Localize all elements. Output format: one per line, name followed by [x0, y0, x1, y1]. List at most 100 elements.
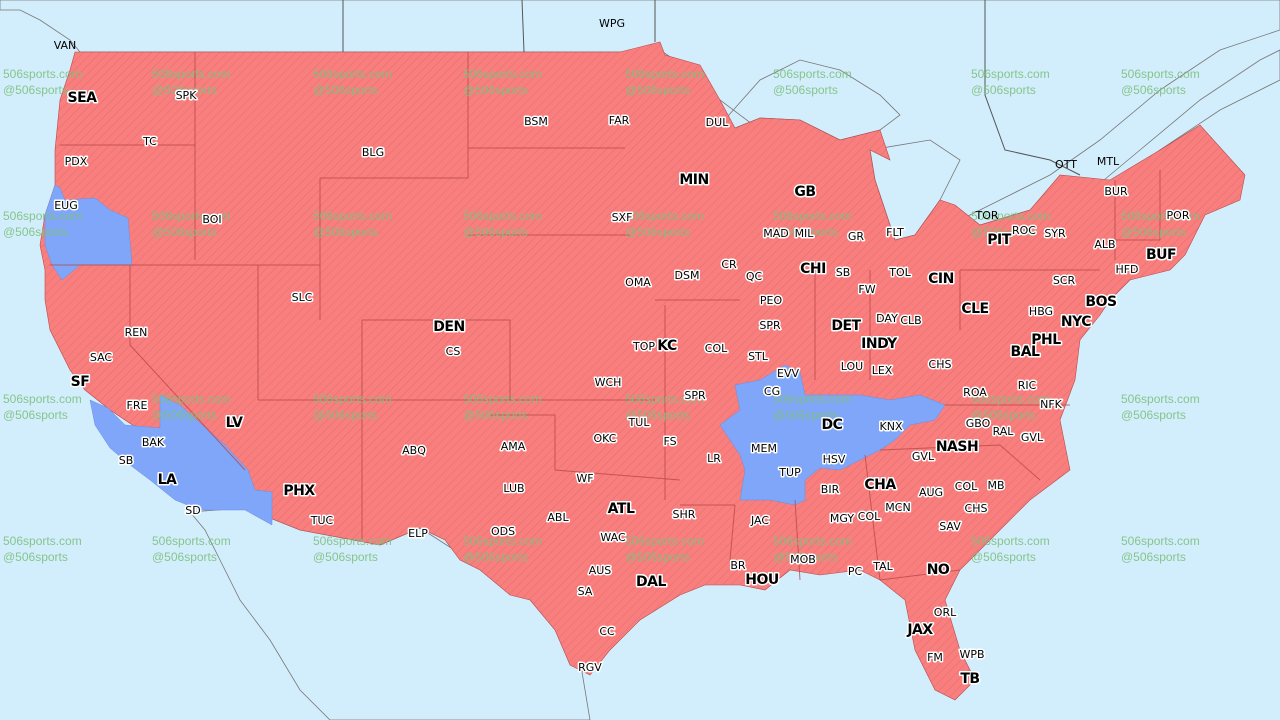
coverage-map: 506sports.com @506sports 506sports.com @506… — [0, 0, 1280, 720]
market-label: ROA — [963, 386, 987, 399]
svg-text:506sports.com: 506sports.com — [313, 392, 392, 406]
market-label: ELP — [408, 527, 428, 540]
major-market-label: MIN — [679, 172, 708, 188]
market-label: COL — [955, 480, 978, 493]
market-label: ORL — [934, 606, 957, 619]
major-market-label: JAX — [906, 622, 933, 638]
market-label: SB — [119, 454, 134, 467]
market-label: OKC — [594, 432, 617, 445]
market-label: REN — [125, 326, 148, 339]
market-label: SXF — [612, 211, 633, 224]
svg-text:506sports.com: 506sports.com — [1121, 392, 1200, 406]
major-market-label: HOU — [745, 572, 779, 588]
market-label: PEO — [760, 294, 783, 307]
svg-text:506sports.com: 506sports.com — [3, 67, 82, 81]
market-label: CS — [446, 345, 461, 358]
svg-text:@506sports: @506sports — [152, 408, 217, 422]
market-label: ROC — [1012, 224, 1036, 237]
major-market-label: KC — [657, 338, 677, 354]
market-label: TUC — [310, 514, 334, 527]
market-label: LOU — [841, 360, 863, 373]
major-market-label: DC — [822, 417, 843, 433]
foreign-city-label: MTL — [1097, 155, 1120, 168]
svg-text:@506sports: @506sports — [625, 550, 690, 564]
market-label: WPB — [959, 648, 984, 661]
foreign-city-label: WPG — [599, 17, 625, 30]
market-label: HBG — [1029, 305, 1053, 318]
market-label: GBO — [966, 417, 991, 430]
market-label: SD — [185, 504, 200, 517]
major-market-label: GB — [794, 184, 815, 200]
market-label: BOI — [202, 213, 221, 226]
market-label: BR — [730, 559, 746, 572]
svg-text:@506sports: @506sports — [773, 83, 838, 97]
market-label: ALB — [1094, 238, 1115, 251]
market-label: OMA — [625, 276, 651, 289]
svg-text:@506sports: @506sports — [971, 550, 1036, 564]
market-label: TUL — [628, 416, 651, 429]
market-label: BAK — [142, 436, 165, 449]
svg-text:506sports.com: 506sports.com — [625, 67, 704, 81]
svg-text:506sports.com: 506sports.com — [463, 209, 542, 223]
market-label: EVV — [777, 367, 799, 380]
market-label: PC — [848, 565, 863, 578]
svg-text:@506sports: @506sports — [313, 408, 378, 422]
svg-text:@506sports: @506sports — [971, 83, 1036, 97]
market-label: MEM — [751, 442, 777, 455]
market-label: CHS — [965, 502, 988, 515]
market-label: EUG — [54, 199, 78, 212]
svg-text:@506sports: @506sports — [463, 550, 528, 564]
svg-text:506sports.com: 506sports.com — [463, 392, 542, 406]
market-label: GVL — [1021, 431, 1044, 444]
market-label: AUS — [589, 564, 612, 577]
market-label: FAR — [609, 114, 630, 127]
svg-text:@506sports: @506sports — [3, 225, 68, 239]
market-label: TOL — [888, 266, 911, 279]
market-label: SPR — [759, 319, 781, 332]
market-label: LUB — [503, 482, 524, 495]
market-label: AMA — [501, 440, 526, 453]
market-label: SAV — [939, 520, 961, 533]
svg-text:@506sports: @506sports — [463, 83, 528, 97]
major-market-label: CIN — [928, 271, 954, 287]
market-label: PDX — [65, 155, 88, 168]
market-label: SHR — [673, 508, 696, 521]
market-label: SLC — [292, 291, 313, 304]
market-label: COL — [858, 510, 881, 523]
market-label: MB — [987, 479, 1004, 492]
market-label: RIC — [1018, 379, 1037, 392]
market-label: KNX — [880, 420, 903, 433]
svg-text:506sports.com: 506sports.com — [152, 392, 231, 406]
svg-text:506sports.com: 506sports.com — [313, 209, 392, 223]
market-label: DUL — [706, 116, 730, 129]
svg-text:506sports.com: 506sports.com — [1121, 67, 1200, 81]
market-label: HSV — [823, 453, 846, 466]
svg-text:506sports.com: 506sports.com — [152, 67, 231, 81]
market-label: WCH — [595, 376, 622, 389]
market-label: CR — [721, 258, 737, 271]
svg-text:@506sports: @506sports — [463, 225, 528, 239]
market-label: MGY — [830, 512, 854, 525]
svg-text:506sports.com: 506sports.com — [313, 534, 392, 548]
svg-text:506sports.com: 506sports.com — [3, 534, 82, 548]
market-label: SA — [578, 585, 593, 598]
market-label: CC — [599, 625, 615, 638]
market-label: MCN — [885, 501, 910, 514]
major-market-label: CHI — [800, 261, 826, 277]
svg-text:@506sports: @506sports — [3, 550, 68, 564]
svg-text:@506sports: @506sports — [1121, 225, 1186, 239]
major-market-label: PHX — [283, 483, 315, 499]
market-label: CLB — [900, 314, 921, 327]
svg-text:506sports.com: 506sports.com — [773, 67, 852, 81]
market-label: AUG — [919, 486, 943, 499]
svg-text:506sports.com: 506sports.com — [971, 67, 1050, 81]
svg-text:506sports.com: 506sports.com — [625, 534, 704, 548]
major-market-label: CHA — [864, 477, 896, 493]
market-label: TAL — [872, 560, 893, 573]
market-label: FW — [858, 283, 875, 296]
foreign-city-label: VAN — [54, 39, 77, 52]
svg-text:506sports.com: 506sports.com — [625, 209, 704, 223]
market-label: FS — [663, 435, 676, 448]
market-label: CHS — [929, 358, 952, 371]
market-label: LEX — [872, 364, 893, 377]
